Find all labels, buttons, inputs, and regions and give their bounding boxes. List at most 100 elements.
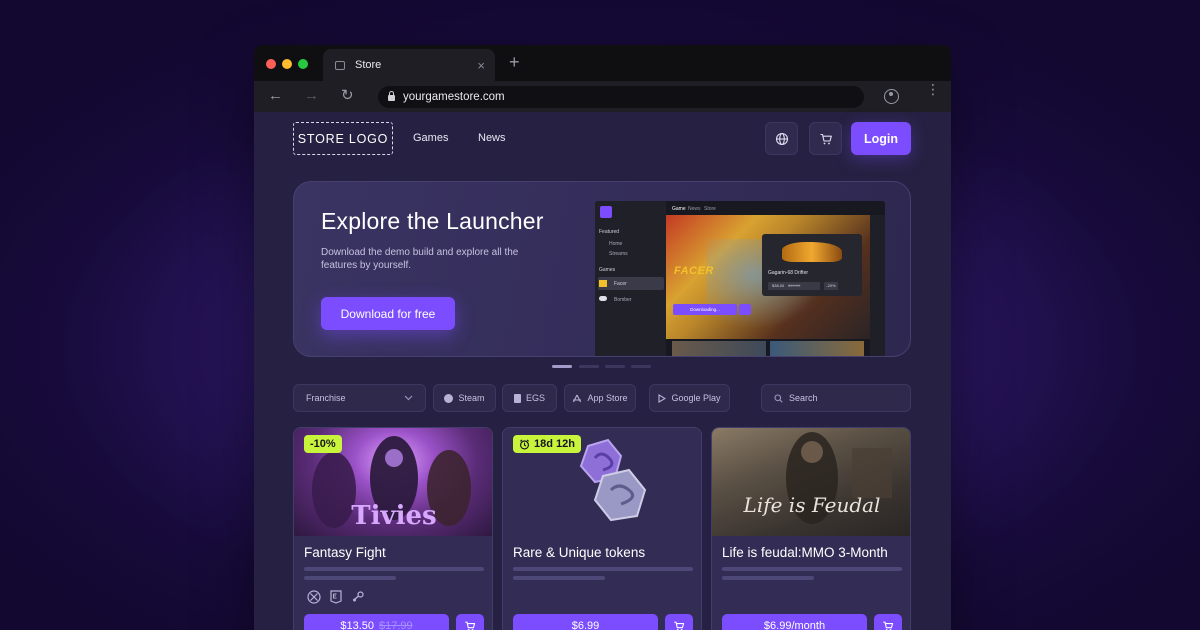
app-store-filter-label: App Store	[587, 393, 628, 403]
launcher-logo-icon	[600, 206, 612, 218]
url-text: yourgamestore.com	[403, 91, 505, 103]
hero-title: Explore the Launcher	[321, 208, 544, 234]
add-to-cart-button[interactable]	[665, 614, 693, 630]
launcher-tab-game: Game	[672, 206, 686, 212]
cart-button[interactable]	[809, 122, 842, 155]
maximize-window-button[interactable]	[298, 59, 308, 69]
steam-filter-chip[interactable]: Steam	[433, 384, 496, 412]
download-button[interactable]: Download for free	[321, 297, 455, 330]
launcher-card-price: $38.00	[772, 283, 785, 288]
launcher-game-active	[598, 277, 664, 290]
product-card[interactable]: Life is Feudal Life is feudal:MMO 3-Mont…	[711, 427, 911, 630]
fantasy-fight-art-text: Tivies	[351, 501, 436, 531]
language-button[interactable]	[765, 122, 798, 155]
description-placeholder	[722, 567, 902, 571]
xbox-icon	[307, 590, 321, 604]
google-play-icon	[658, 393, 667, 403]
egs-filter-chip[interactable]: EGS	[502, 384, 557, 412]
timer-text: 18d 12h	[534, 438, 575, 450]
steam-filter-label: Steam	[458, 393, 485, 403]
bomber-game-icon	[599, 296, 607, 301]
product-card[interactable]: 18d 12h Rare & Unique tokens $6.99	[502, 427, 702, 630]
back-button[interactable]: ←	[268, 88, 283, 104]
login-button[interactable]: Login	[851, 122, 911, 155]
search-input[interactable]: Search	[761, 384, 911, 412]
price: $6.99/month	[763, 620, 826, 630]
facer-game-icon	[599, 280, 607, 287]
store-logo[interactable]: STORE LOGO	[293, 122, 393, 155]
launcher-card-title: Gagarin-68 Drifter	[768, 270, 809, 276]
buy-button[interactable]: $13.50 $17.99	[304, 614, 449, 630]
alarm-clock-icon	[519, 438, 530, 449]
browser-menu-button[interactable]: ⋮	[926, 82, 940, 96]
tab-favicon-icon	[335, 60, 345, 70]
google-play-filter-chip[interactable]: Google Play	[649, 384, 730, 412]
cart-icon	[883, 621, 894, 630]
launcher-game-facer: Facer	[614, 281, 627, 287]
product-title: Fantasy Fight	[304, 545, 386, 560]
app-store-filter-chip[interactable]: App Store	[564, 384, 636, 412]
launcher-sidebar: Featured Home Streams Games Facer Bomber	[595, 201, 666, 356]
launcher-more-button	[739, 304, 751, 315]
reload-button[interactable]: ↻	[341, 88, 354, 104]
buy-button[interactable]: $6.99	[513, 614, 658, 630]
old-price: $17.99	[379, 620, 413, 630]
description-placeholder	[304, 576, 396, 580]
egs-filter-label: EGS	[525, 393, 545, 403]
launcher-games-label: Games	[599, 267, 616, 273]
discount-badge: -10%	[304, 435, 342, 453]
forward-button[interactable]: →	[304, 88, 319, 104]
address-bar[interactable]: yourgamestore.com	[378, 86, 864, 108]
store-page: STORE LOGO Games News Login Explore the …	[254, 112, 951, 630]
browser-tab[interactable]: Store ×	[323, 49, 495, 81]
life-is-feudal-artwork: Life is Feudal	[743, 432, 892, 524]
add-to-cart-button[interactable]	[874, 614, 902, 630]
product-title: Life is feudal:MMO 3-Month	[722, 545, 888, 560]
product-card[interactable]: Tivies -10% Fantasy Fight $13.50 $17.99	[293, 427, 493, 630]
google-play-filter-label: Google Play	[671, 393, 721, 403]
slide-indicator-active[interactable]	[552, 365, 572, 368]
launcher-thumbnail	[672, 341, 766, 356]
minimize-window-button[interactable]	[282, 59, 292, 69]
description-placeholder	[304, 567, 484, 571]
slide-indicator[interactable]	[579, 365, 599, 368]
launcher-featured-label: Featured	[599, 229, 620, 235]
buy-button[interactable]: $6.99/month	[722, 614, 867, 630]
profile-icon[interactable]	[884, 89, 899, 104]
franchise-select[interactable]: Franchise	[293, 384, 426, 412]
browser-window: Store × + ← → ↻ yourgamestore.com ⋮ STOR…	[254, 45, 951, 630]
nav-games-link[interactable]: Games	[413, 132, 448, 144]
hero-description: Download the demo build and explore all …	[321, 247, 519, 271]
app-store-icon	[573, 394, 582, 402]
lock-icon	[388, 91, 395, 101]
product-title: Rare & Unique tokens	[513, 545, 646, 560]
epic-games-icon	[330, 590, 342, 604]
hero-banner: Explore the Launcher Download the demo b…	[293, 181, 911, 357]
price: $6.99	[571, 620, 600, 630]
description-placeholder	[722, 576, 814, 580]
browser-titlebar: Store × +	[254, 45, 951, 81]
steam-icon	[444, 393, 454, 403]
timer-badge: 18d 12h	[513, 435, 581, 453]
fantasy-fight-image: Tivies -10%	[294, 428, 492, 536]
new-tab-button[interactable]: +	[509, 52, 520, 73]
launcher-tab-store: Store	[704, 206, 716, 212]
nav-news-link[interactable]: News	[478, 132, 506, 144]
launcher-preview: Featured Home Streams Games Facer Bomber…	[595, 201, 885, 356]
launcher-item-card: Gagarin-68 Drifter $38.00 $49.00 -20%	[762, 234, 862, 296]
cart-icon	[674, 621, 685, 630]
epic-games-icon	[513, 393, 521, 403]
slide-indicator[interactable]	[631, 365, 651, 368]
add-to-cart-button[interactable]	[456, 614, 484, 630]
launcher-card-old-price: $49.00	[788, 283, 801, 288]
steam-icon	[353, 591, 364, 602]
price: $13.50	[340, 620, 374, 630]
tab-close-icon[interactable]: ×	[477, 58, 485, 73]
chevron-down-icon	[404, 395, 413, 401]
search-icon	[774, 393, 783, 403]
search-placeholder: Search	[789, 393, 818, 403]
close-window-button[interactable]	[266, 59, 276, 69]
launcher-menu-home: Home	[609, 241, 623, 247]
slide-indicator[interactable]	[605, 365, 625, 368]
life-is-feudal-image: Life is Feudal	[712, 428, 910, 536]
